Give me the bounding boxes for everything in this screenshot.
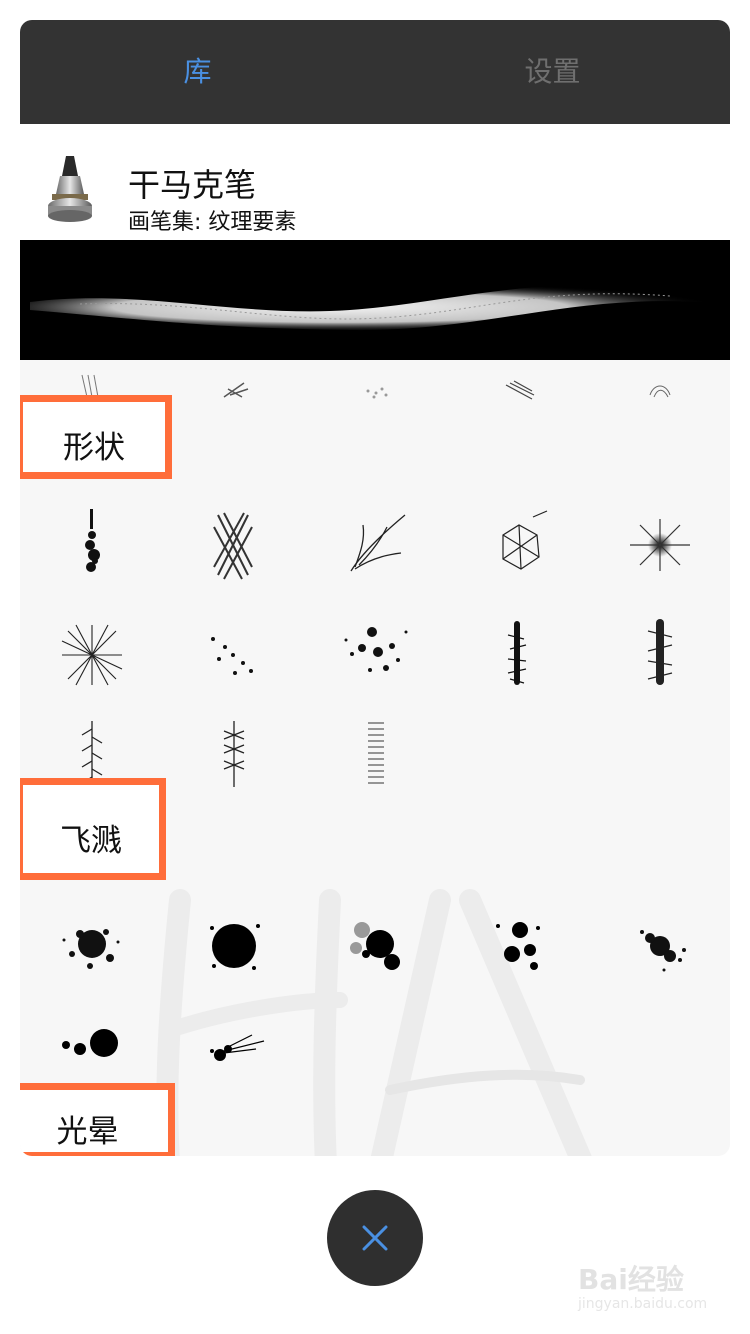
brush-cell[interactable] <box>326 900 426 990</box>
section-halo-label: 光晕 <box>56 1114 119 1150</box>
brush-name: 干马克笔 <box>128 166 257 204</box>
brush-library-panel: 库 设置 干马克笔 画笔集: 纹理要素 形状 飞溅 光晕 <box>20 20 730 1156</box>
tab-bar: 库 设置 <box>20 20 730 124</box>
brush-cell[interactable] <box>184 1000 284 1090</box>
watermark-brand-text: Bai <box>578 1263 628 1296</box>
brush-cell[interactable] <box>610 330 710 420</box>
brush-cell[interactable] <box>184 710 284 800</box>
brush-cell[interactable] <box>610 900 710 990</box>
brush-tool-icon <box>48 156 92 222</box>
brush-cell[interactable] <box>610 500 710 590</box>
brush-cell[interactable] <box>468 900 568 990</box>
brush-cell[interactable] <box>326 330 426 420</box>
watermark-brand: Bai经验 <box>578 1258 684 1298</box>
close-icon <box>362 1225 388 1251</box>
tab-settings[interactable]: 设置 <box>375 20 730 124</box>
brush-cell[interactable] <box>468 500 568 590</box>
watermark-url: jingyan.baidu.com <box>578 1296 708 1312</box>
brush-set-label: 画笔集: 纹理要素 <box>128 210 297 235</box>
tab-library[interactable]: 库 <box>20 20 375 124</box>
brush-cell[interactable] <box>610 610 710 700</box>
close-button[interactable] <box>327 1190 423 1286</box>
section-halo[interactable]: 光晕 <box>20 1083 175 1156</box>
brush-cell[interactable] <box>184 610 284 700</box>
brush-cell[interactable] <box>184 900 284 990</box>
brush-cell[interactable] <box>42 610 142 700</box>
brush-cell[interactable] <box>468 330 568 420</box>
brush-cell[interactable] <box>326 500 426 590</box>
brush-cell[interactable] <box>42 1000 142 1090</box>
brush-cell[interactable] <box>326 610 426 700</box>
brush-cell[interactable] <box>326 710 426 800</box>
brush-cell[interactable] <box>42 900 142 990</box>
brush-cell[interactable] <box>184 500 284 590</box>
brush-cell[interactable] <box>184 330 284 420</box>
section-shapes[interactable]: 形状 <box>20 395 172 479</box>
brush-cell[interactable] <box>42 500 142 590</box>
brush-cell[interactable] <box>468 610 568 700</box>
section-shapes-label: 形状 <box>63 430 125 466</box>
section-splatter[interactable]: 飞溅 <box>20 778 166 880</box>
selected-brush-header: 干马克笔 画笔集: 纹理要素 <box>20 124 730 240</box>
brush-grid: 形状 飞溅 光晕 <box>20 360 730 1156</box>
section-splatter-label: 飞溅 <box>60 823 122 859</box>
watermark-brand-cn: 经验 <box>627 1263 684 1296</box>
